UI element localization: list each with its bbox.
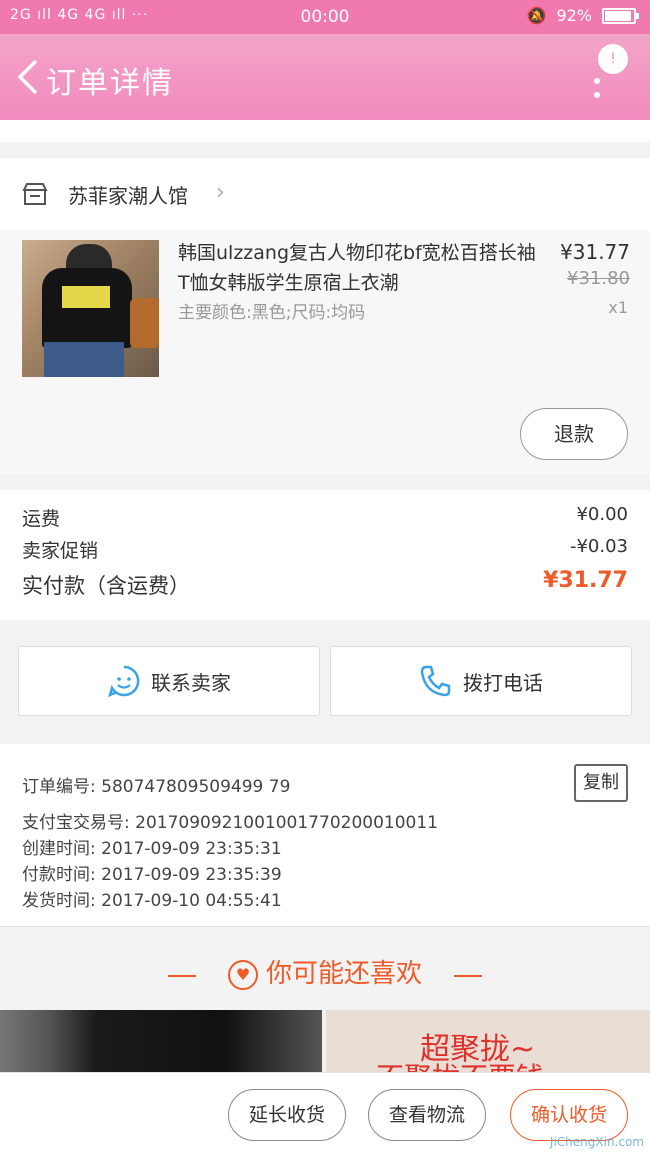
back-button[interactable] [8,52,48,102]
shipping-value: ¥0.00 [576,504,628,525]
chevron-right-icon: › [216,180,225,205]
paid-time: 付款时间: 2017-09-09 23:35:39 [22,865,282,885]
created-time: 创建时间: 2017-09-09 23:35:31 [22,839,282,859]
product-item[interactable]: 韩国ulzzang复古人物印花bf宽松百搭长袖T恤女韩版学生原宿上衣潮 主要颜色… [0,230,650,475]
chevron-left-icon [17,59,38,95]
product-quantity: x1 [608,298,628,317]
product-thumbnail[interactable] [22,240,159,377]
recommend-header: ♥ 你可能还喜欢 [0,926,650,1010]
promo-value: -¥0.03 [569,536,628,557]
total-value: ¥31.77 [543,568,628,593]
product-original-price: ¥31.80 [567,268,630,289]
divider [454,975,482,977]
product-title: 韩国ulzzang复古人物印花bf宽松百搭长袖T恤女韩版学生原宿上衣潮 [178,242,536,294]
store-icon [22,183,48,205]
phone-icon [420,665,451,697]
more-dot-icon [594,78,600,84]
spacer [0,120,650,142]
refund-button[interactable]: 退款 [520,408,628,460]
total-label: 实付款（含运费） [22,574,190,598]
contact-seller-label: 联系卖家 [151,670,231,695]
watermark: JiChengXin.com [549,1135,644,1149]
promo-label: 卖家促销 [22,540,99,562]
call-phone-button[interactable]: 拨打电话 [330,646,632,716]
recommend-item-image[interactable]: 超聚拢~ 不聚拢不要钱 [326,1010,650,1072]
bell-muted-icon: 🔕 [526,6,547,25]
shop-name: 苏菲家潮人馆 [68,184,188,208]
extend-receipt-button[interactable]: 延长收货 [228,1089,346,1141]
more-menu-button[interactable]: ! [588,44,628,104]
more-dot-icon [594,92,600,98]
product-sku: 主要颜色:黑色;尺码:均码 [178,303,366,323]
shipping-label: 运费 [22,508,61,530]
order-info: 订单编号: 580747809509499 79 复制 支付宝交易号: 2017… [0,744,650,926]
alipay-number: 支付宝交易号: 2017090921001001770200010011 [22,813,438,833]
copy-button[interactable]: 复制 [574,764,628,802]
product-price: ¥31.77 [560,240,630,264]
bottom-action-bar: 延长收货 查看物流 确认收货 JiChengXin.com [0,1072,650,1155]
ad-text: 不聚拢不要钱 [376,1056,544,1072]
confirm-receipt-button[interactable]: 确认收货 [510,1089,628,1141]
fee-summary: 运费 ¥0.00 卖家促销 -¥0.03 实付款（含运费） ¥31.77 [0,490,650,620]
heart-icon: ♥ [227,959,258,990]
status-bar: 2G ıll 4G 4G ıll ··· 00:00 🔕 92% [0,0,650,34]
contact-seller-button[interactable]: 联系卖家 [18,646,320,716]
notification-badge: ! [598,44,628,74]
order-number: 订单编号: 580747809509499 79 [22,777,291,797]
battery-icon [602,7,639,24]
app-header: 订单详情 ! [0,34,650,120]
shipped-time: 发货时间: 2017-09-10 04:55:41 [22,891,282,911]
shop-row[interactable]: 苏菲家潮人馆 › [0,158,650,230]
chat-smile-icon [108,665,140,698]
recommend-title: ♥ 你可能还喜欢 [0,953,650,990]
call-phone-label: 拨打电话 [463,670,543,695]
view-logistics-button[interactable]: 查看物流 [368,1089,486,1141]
battery-percent: 92% [556,6,592,25]
page-title: 订单详情 [46,66,174,101]
recommend-item-image[interactable] [0,1010,322,1072]
